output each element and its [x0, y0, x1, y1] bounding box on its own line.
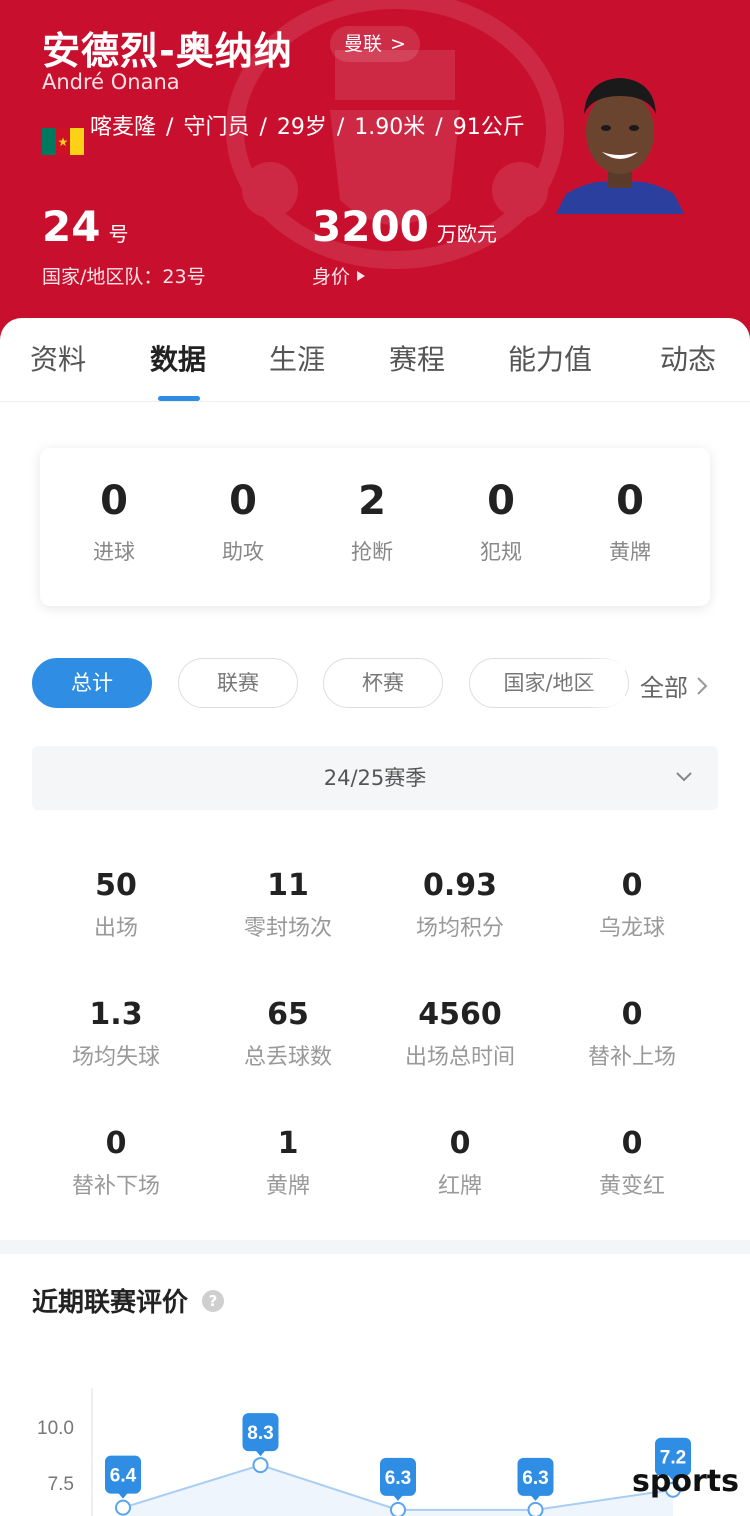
triangle-right-icon [357, 270, 366, 281]
rating-point [390, 1501, 406, 1516]
bio-nation: 喀麦隆 [90, 115, 157, 140]
rating-point [527, 1501, 544, 1516]
stat-yellow-cards: 1 黄牌 [265, 1126, 310, 1199]
tab-stats[interactable]: 数据 [150, 338, 206, 378]
player-name-en: André Onana [42, 70, 180, 94]
rating-label-pointer [254, 1449, 267, 1457]
summary-yellow-cards: 0 黄牌 [609, 478, 651, 564]
market-value-link[interactable]: 身价 [312, 262, 366, 289]
filter-all-button[interactable]: 全部 [640, 668, 708, 703]
team-link-button[interactable]: 曼联 > [330, 26, 420, 62]
chevron-right-icon: > [390, 33, 406, 55]
y-tick-label: 10.0 [37, 1418, 74, 1439]
bio-position: 守门员 [183, 115, 250, 140]
active-tab-indicator [158, 396, 200, 401]
player-name-cn: 安德烈-奥纳纳 [42, 29, 293, 73]
player-header: 安德烈-奥纳纳 曼联 > André Onana ★ 喀麦隆 / 守门员/29岁/1… [0, 0, 750, 345]
filter-all-label: 全部 [640, 674, 688, 702]
tab-career[interactable]: 生涯 [269, 338, 325, 378]
market-value-amount: 3200 [312, 202, 429, 251]
market-value-unit: 万欧元 [436, 222, 497, 246]
stat-clean-sheets: 11 零封场次 [243, 868, 332, 941]
stat-minutes-played: 4560 出场总时间 [404, 997, 515, 1070]
season-label: 24/25赛季 [323, 766, 427, 790]
tab-ability[interactable]: 能力值 [508, 338, 592, 378]
cameroon-flag-icon: ★ [42, 128, 84, 155]
season-selector[interactable]: 24/25赛季 [32, 746, 718, 810]
rating-point [115, 1499, 131, 1516]
y-tick-label: 7.5 [48, 1474, 74, 1495]
market-value: 3200 万欧元 [312, 202, 497, 251]
rating-data-label: 6.4 [110, 1466, 137, 1487]
rating-label-pointer [529, 1493, 542, 1501]
summary-tackles: 2 抢断 [351, 478, 393, 564]
bio-height: 1.90米 [354, 115, 426, 140]
rating-data-label: 6.3 [385, 1468, 411, 1489]
rating-title-text: 近期联赛评价 [32, 1288, 189, 1318]
filter-chips: 总计 联赛 杯赛 国家/地区 全部 [0, 658, 750, 710]
summary-card: 0 进球 0 助攻 2 抢断 0 犯规 0 黄牌 [40, 448, 710, 606]
chip-total[interactable]: 总计 [32, 658, 152, 708]
chip-league[interactable]: 联赛 [178, 658, 298, 708]
chevron-down-icon [676, 772, 692, 782]
tab-bar: 资料 数据 生涯 赛程 能力值 动态 [0, 318, 750, 402]
rating-section-title: 近期联赛评价 ? [32, 1282, 225, 1319]
team-name: 曼联 [344, 33, 383, 55]
market-value-label: 身价 [312, 266, 351, 288]
content-panel: 资料 数据 生涯 赛程 能力值 动态 0 进球 0 助攻 2 抢断 0 犯规 0… [0, 318, 750, 1516]
summary-goals: 0 进球 [93, 478, 135, 564]
stat-own-goals: 0 乌龙球 [598, 868, 665, 941]
stat-sub-off: 0 替补下场 [71, 1126, 160, 1199]
rating-point [252, 1457, 269, 1474]
player-bio: 喀麦隆 / 守门员/29岁/1.90米/91公斤 [90, 115, 525, 140]
rating-data-label: 6.3 [522, 1468, 548, 1489]
summary-assists: 0 助攻 [222, 478, 264, 564]
national-team-number: 国家/地区队：23号 [42, 266, 206, 288]
tab-profile[interactable]: 资料 [30, 338, 86, 378]
bio-weight: 91公斤 [452, 115, 525, 140]
stat-second-yellow: 0 黄变红 [598, 1126, 665, 1199]
stat-red-cards: 0 红牌 [437, 1126, 482, 1199]
rating-label-pointer [392, 1493, 404, 1501]
help-icon[interactable]: ? [202, 1289, 225, 1312]
tab-news[interactable]: 动态 [660, 338, 716, 378]
stat-sub-on: 0 替补上场 [587, 997, 676, 1070]
stat-total-goals-conceded: 65 总丢球数 [243, 997, 332, 1070]
tab-schedule[interactable]: 赛程 [389, 338, 445, 378]
stat-appearances: 50 出场 [93, 868, 138, 941]
chip-cup[interactable]: 杯赛 [323, 658, 443, 708]
shirt-number: 24 号 [42, 202, 128, 251]
player-photo [556, 78, 684, 214]
sports-watermark: sports [632, 1464, 739, 1499]
shirt-number-unit: 号 [108, 222, 129, 246]
rating-data-label: 8.3 [247, 1423, 273, 1444]
bio-age: 29岁 [276, 115, 327, 140]
stat-goals-conceded-per-game: 1.3 场均失球 [71, 997, 160, 1070]
stat-points-per-game: 0.93 场均积分 [415, 868, 504, 941]
chevron-right-icon [697, 676, 708, 695]
section-divider [0, 1240, 750, 1254]
rating-label-pointer [117, 1491, 129, 1499]
shirt-number-value: 24 [42, 202, 101, 251]
summary-fouls: 0 犯规 [480, 478, 522, 564]
